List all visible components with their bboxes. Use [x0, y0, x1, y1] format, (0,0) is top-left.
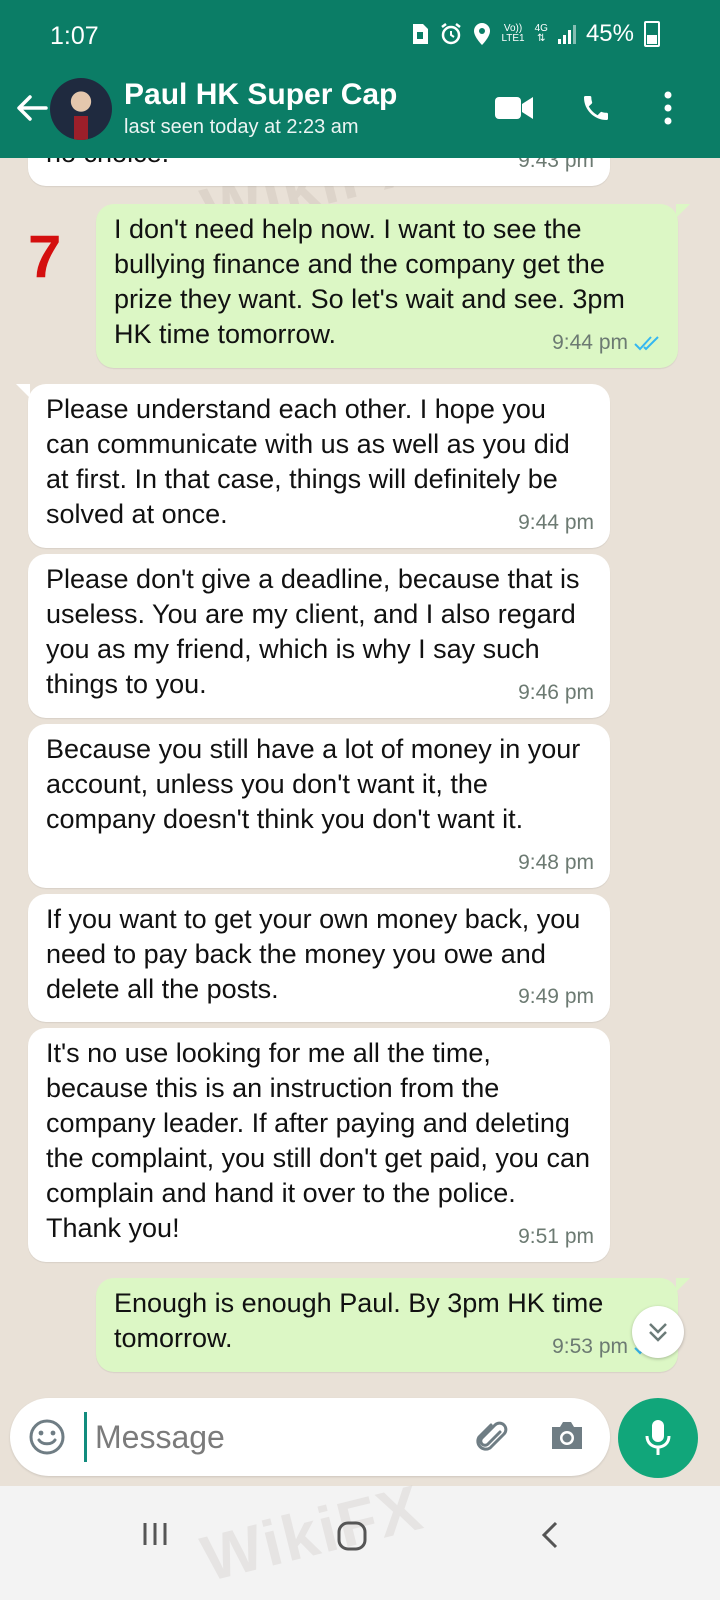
message-text: no choice. [46, 158, 169, 168]
message-incoming[interactable]: It's no use looking for me all the time,… [28, 1028, 610, 1262]
message-incoming[interactable]: Please understand each other. I hope you… [16, 384, 610, 548]
back-nav-icon[interactable] [540, 1520, 560, 1550]
battery-percent: 45% [585, 20, 634, 47]
message-input[interactable] [84, 1412, 475, 1462]
message-list[interactable]: WikiFX WikiFX WikiFX WikiFX no choice. 9… [0, 158, 720, 1392]
message-incoming[interactable]: no choice. 9:43 pm [28, 158, 610, 186]
data-arrows-icon: ⇅ [537, 33, 546, 44]
voice-record-button[interactable] [618, 1398, 698, 1478]
message-time: 9:46 pm [518, 681, 594, 704]
status-time: 1:07 [50, 22, 99, 50]
avatar[interactable] [50, 78, 112, 140]
signal-icon [557, 24, 576, 44]
attach-icon[interactable] [472, 1418, 512, 1458]
message-text: Please understand each other. I hope you… [46, 394, 570, 529]
location-icon [474, 23, 491, 45]
back-arrow-icon[interactable] [12, 88, 52, 128]
message-time: 9:53 pm [552, 1335, 628, 1358]
volte-indicator: Vo)) LTE1 [501, 24, 524, 44]
message-text: Enough is enough Paul. By 3pm HK time to… [114, 1288, 604, 1353]
mic-icon [645, 1420, 671, 1455]
message-incoming[interactable]: Please don't give a deadline, because th… [28, 554, 610, 718]
contact-name[interactable]: Paul HK Super Cap [124, 78, 397, 112]
alarm-icon [441, 23, 462, 45]
lte-label: LTE1 [501, 33, 525, 44]
system-nav-bar: WikiFX [0, 1471, 720, 1600]
message-time: 9:49 pm [518, 985, 594, 1008]
sim-icon [413, 24, 429, 44]
scroll-to-bottom-button[interactable] [632, 1306, 684, 1358]
message-text: It's no use looking for me all the time,… [46, 1038, 590, 1243]
message-incoming[interactable]: If you want to get your own money back, … [28, 894, 610, 1022]
home-icon[interactable] [336, 1520, 368, 1552]
message-text: If you want to get your own money back, … [46, 904, 581, 1004]
watermark: WikiFX [194, 1470, 431, 1596]
message-time: 9:48 pm [518, 851, 594, 874]
chat-header: Paul HK Super Cap last seen today at 2:2… [0, 72, 720, 158]
recent-apps-icon[interactable] [140, 1520, 170, 1548]
more-vert-icon[interactable] [662, 90, 674, 126]
read-ticks-icon [634, 335, 659, 350]
message-time: 9:51 pm [518, 1225, 594, 1248]
message-outgoing[interactable]: Enough is enough Paul. By 3pm HK time to… [96, 1278, 690, 1372]
emoji-icon[interactable] [28, 1418, 66, 1456]
message-text: Please don't give a deadline, because th… [46, 564, 580, 699]
message-time: 9:44 pm [518, 511, 594, 534]
status-bar: 1:07 Vo)) LTE1 4G ⇅ 45% [0, 0, 720, 72]
video-call-icon[interactable] [494, 94, 534, 122]
message-time: 9:43 pm [518, 158, 594, 172]
message-text: I don't need help now. I want to see the… [114, 214, 625, 349]
last-seen-status: last seen today at 2:23 am [124, 116, 359, 138]
voice-call-icon[interactable] [580, 92, 612, 124]
message-text: Because you still have a lot of money in… [46, 734, 581, 834]
message-composer [10, 1398, 610, 1476]
message-incoming[interactable]: Because you still have a lot of money in… [28, 724, 610, 888]
message-outgoing[interactable]: I don't need help now. I want to see the… [96, 204, 690, 368]
camera-icon[interactable] [548, 1418, 586, 1454]
double-chevron-down-icon [649, 1323, 667, 1342]
battery-icon [644, 21, 660, 47]
message-time: 9:44 pm [552, 331, 628, 354]
annotation-number: 7 [28, 223, 62, 290]
network-indicator: 4G ⇅ [535, 24, 548, 44]
status-icons: Vo)) LTE1 4G ⇅ 45% [411, 20, 660, 48]
message-meta: 9:44 pm [552, 325, 662, 360]
